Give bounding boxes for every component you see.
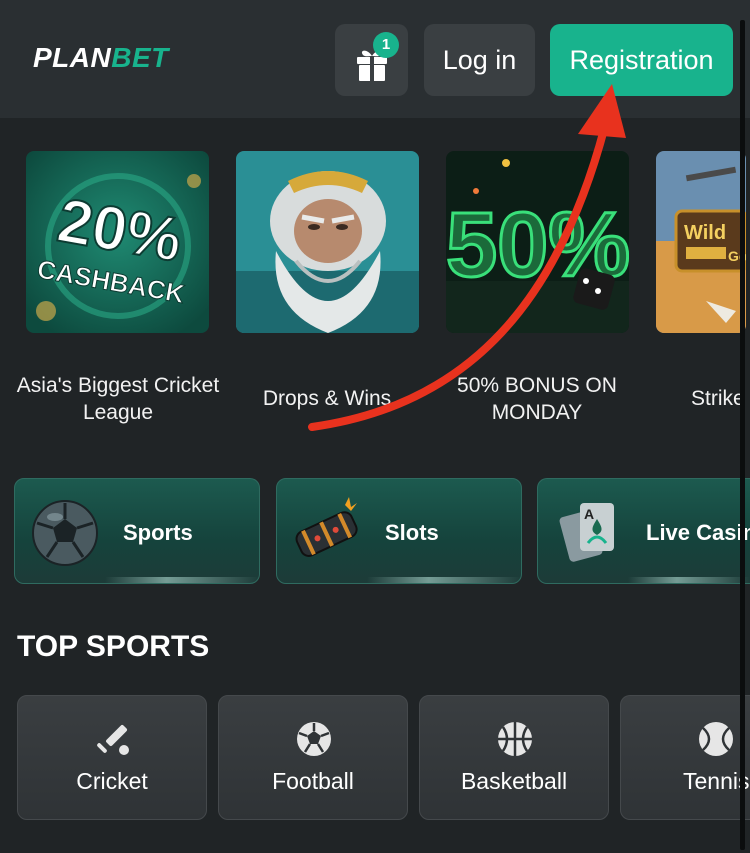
zeus-promo-image — [236, 151, 419, 333]
category-live-casino[interactable]: A Live Casin — [537, 478, 750, 584]
planbet-logo[interactable]: PLANBET — [33, 42, 169, 74]
playing-cards-icon: A — [559, 503, 614, 562]
sport-label: Basketball — [460, 768, 568, 794]
promo-card-cashback[interactable]: 20% CASHBACK — [26, 151, 209, 333]
sport-tile-football[interactable]: Football — [218, 695, 408, 820]
cricket-icon — [97, 724, 129, 755]
category-label: Live Casin — [646, 520, 750, 545]
registration-button[interactable]: Registration — [550, 24, 733, 96]
screen-edge — [740, 20, 745, 850]
wild-west-promo-image: Wild Go — [656, 151, 746, 333]
svg-text:Wild: Wild — [684, 222, 726, 244]
svg-text:A: A — [584, 506, 594, 522]
login-button[interactable]: Log in — [424, 24, 535, 96]
promo-card-strike[interactable]: Wild Go — [656, 151, 746, 333]
tennis-icon — [699, 722, 733, 756]
sport-tile-tennis[interactable]: Tennis — [620, 695, 750, 820]
promo-title: Drops & Wins — [262, 387, 392, 410]
top-header: PLANBET 1 Log in Registration — [0, 0, 750, 118]
category-label: Slots — [385, 520, 439, 545]
slot-reel-icon — [295, 497, 358, 557]
promo-card-drops-wins[interactable] — [236, 151, 419, 333]
sport-label: Football — [272, 768, 354, 794]
basketball-icon — [498, 722, 532, 756]
soccer-ball-icon — [32, 500, 98, 566]
football-icon — [297, 722, 331, 756]
sport-tile-basketball[interactable]: Basketball — [419, 695, 609, 820]
sport-tile-cricket[interactable]: Cricket — [17, 695, 207, 820]
cashback-promo-image: 20% CASHBACK — [26, 151, 209, 333]
gift-count-badge: 1 — [373, 32, 399, 58]
gift-button[interactable] — [335, 24, 408, 96]
promo-title: 50% BONUS ON MONDAY — [457, 374, 617, 424]
sport-label: Cricket — [76, 768, 148, 794]
promo-card-monday-bonus[interactable]: 50% — [446, 151, 629, 333]
promo-title: Asia's Biggest Cricket League — [16, 374, 220, 424]
category-slots[interactable]: Slots — [276, 478, 522, 584]
fifty-percent-promo-image: 50% — [446, 151, 629, 333]
category-sports[interactable]: Sports — [14, 478, 260, 584]
category-label: Sports — [123, 520, 193, 545]
top-sports-heading: TOP SPORTS — [17, 630, 210, 663]
